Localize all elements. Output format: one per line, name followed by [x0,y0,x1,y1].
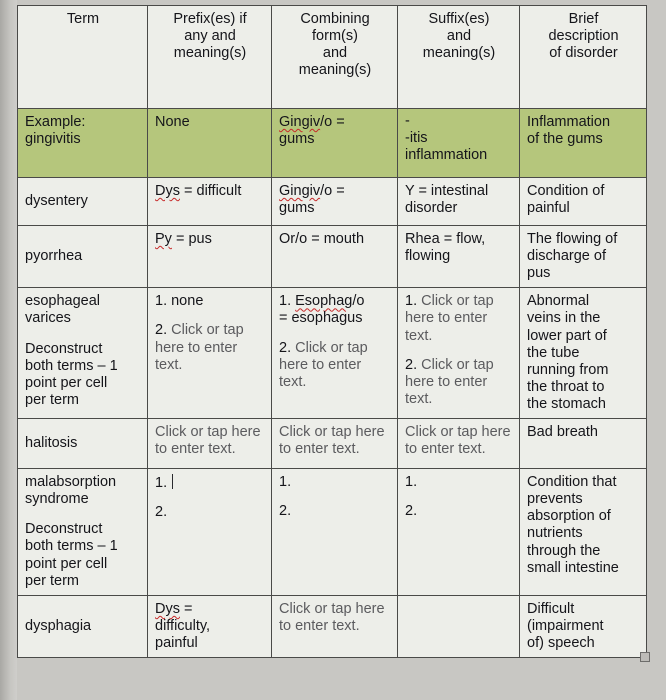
cell-term-pyorrhea: pyorrhea [17,224,148,289]
cell-suffix-dysentery[interactable]: Y = intestinal disorder [397,177,520,226]
placeholder-text: Click or tap here to enter text. [405,424,511,458]
cell-description-gingivitis[interactable]: Inflammation of the gums [519,108,647,178]
table-row: Example: gingivitis None Gingiv/o = gums… [17,108,647,178]
spellcheck-word: Py [155,231,172,247]
cell-combining-dysphagia[interactable]: Click or tap here to enter text. [271,594,398,659]
column-header-description: Brief description of disorder [519,5,647,109]
table-row: esophageal varices Deconstruct both term… [17,287,647,420]
cell-prefix-esophageal-varices[interactable]: 1. none 2. Click or tap here to enter te… [147,287,272,420]
column-header-suffix: Suffix(es) and meaning(s) [397,5,520,109]
table-resize-handle[interactable] [640,652,650,663]
cell-prefix-malabsorption-syndrome[interactable]: 1. 2. [147,468,272,596]
cell-suffix-gingivitis[interactable]: - -itis inflammation [397,108,520,178]
cell-description-pyorrhea[interactable]: The flowing of discharge of pus [519,224,647,289]
table-row: pyorrhea Py = pus Or/o = mouth Rhea = fl… [17,224,647,289]
spellcheck-word: Dys [155,183,180,199]
cell-description-halitosis[interactable]: Bad breath [519,418,647,470]
table-header-row: Term Prefix(es) if any and meaning(s) Co… [17,5,647,109]
cell-suffix-halitosis[interactable]: Click or tap here to enter text. [397,418,520,470]
table-row: halitosis Click or tap here to enter tex… [17,418,647,470]
column-header-combining-form: Combining form(s) and meaning(s) [271,5,398,109]
cell-combining-halitosis[interactable]: Click or tap here to enter text. [271,418,398,470]
cell-prefix-gingivitis[interactable]: None [147,108,272,178]
table-body: Example: gingivitis None Gingiv/o = gums… [17,108,647,659]
cell-description-esophageal-varices[interactable]: Abnormal veins in the lower part of the … [519,287,647,420]
cell-term-malabsorption-syndrome: malabsorption syndrome Deconstruct both … [17,468,148,596]
cell-prefix-halitosis[interactable]: Click or tap here to enter text. [147,418,272,470]
column-header-prefix: Prefix(es) if any and meaning(s) [147,5,272,109]
column-header-term: Term [17,5,148,109]
cell-combining-pyorrhea[interactable]: Or/o = mouth [271,224,398,289]
cell-description-dysentery[interactable]: Condition of painful [519,177,647,226]
placeholder-text: Click or tap here to enter text. [279,600,385,634]
cell-suffix-dysphagia[interactable] [397,594,520,659]
cell-description-malabsorption-syndrome[interactable]: Condition that prevents absorption of nu… [519,468,647,596]
spellcheck-word: Gingiv [279,183,321,199]
medical-terminology-table-container: Term Prefix(es) if any and meaning(s) Co… [17,5,650,663]
cell-term-esophageal-varices: esophageal varices Deconstruct both term… [17,287,148,420]
table-row: dysphagia Dys = difficulty, painful Clic… [17,594,647,659]
placeholder-text: Click or tap here to enter text. [155,424,261,458]
cell-term-dysentery: dysentery [17,177,148,226]
cell-term-halitosis: halitosis [17,418,148,470]
cell-combining-gingivitis[interactable]: Gingiv/o = gums [271,108,398,178]
cell-description-dysphagia[interactable]: Difficult (impairment of) speech [519,594,647,659]
cell-combining-dysentery[interactable]: Gingiv/o = gums [271,177,398,226]
cell-term-gingivitis: Example: gingivitis [17,108,148,178]
text-cursor [172,474,174,490]
table-row: malabsorption syndrome Deconstruct both … [17,468,647,596]
table-row: dysentery Dys = difficult Gingiv/o = gum… [17,177,647,226]
medical-terminology-table: Term Prefix(es) if any and meaning(s) Co… [17,5,647,659]
spellcheck-word: Dys [155,600,180,617]
cell-prefix-dysphagia[interactable]: Dys = difficulty, painful [147,594,272,659]
cell-prefix-pyorrhea[interactable]: Py = pus [147,224,272,289]
cell-combining-malabsorption-syndrome[interactable]: 1. 2. [271,468,398,596]
cell-suffix-esophageal-varices[interactable]: 1. Click or tap here to enter text. 2. C… [397,287,520,420]
table-header: Term Prefix(es) if any and meaning(s) Co… [17,5,647,109]
stray-hyphen: - [405,113,410,129]
cell-term-dysphagia: dysphagia [17,594,148,659]
cell-combining-esophageal-varices[interactable]: 1. Esophag/o = esophagus 2. Click or tap… [271,287,398,420]
page-left-margin [0,0,17,700]
spellcheck-word: Gingiv [279,114,321,130]
cell-prefix-dysentery[interactable]: Dys = difficult [147,177,272,226]
cell-suffix-malabsorption-syndrome[interactable]: 1. 2. [397,468,520,596]
spellcheck-word: Esophag [295,293,353,310]
cell-suffix-pyorrhea[interactable]: Rhea = flow, flowing [397,224,520,289]
placeholder-text: Click or tap here to enter text. [279,424,385,458]
